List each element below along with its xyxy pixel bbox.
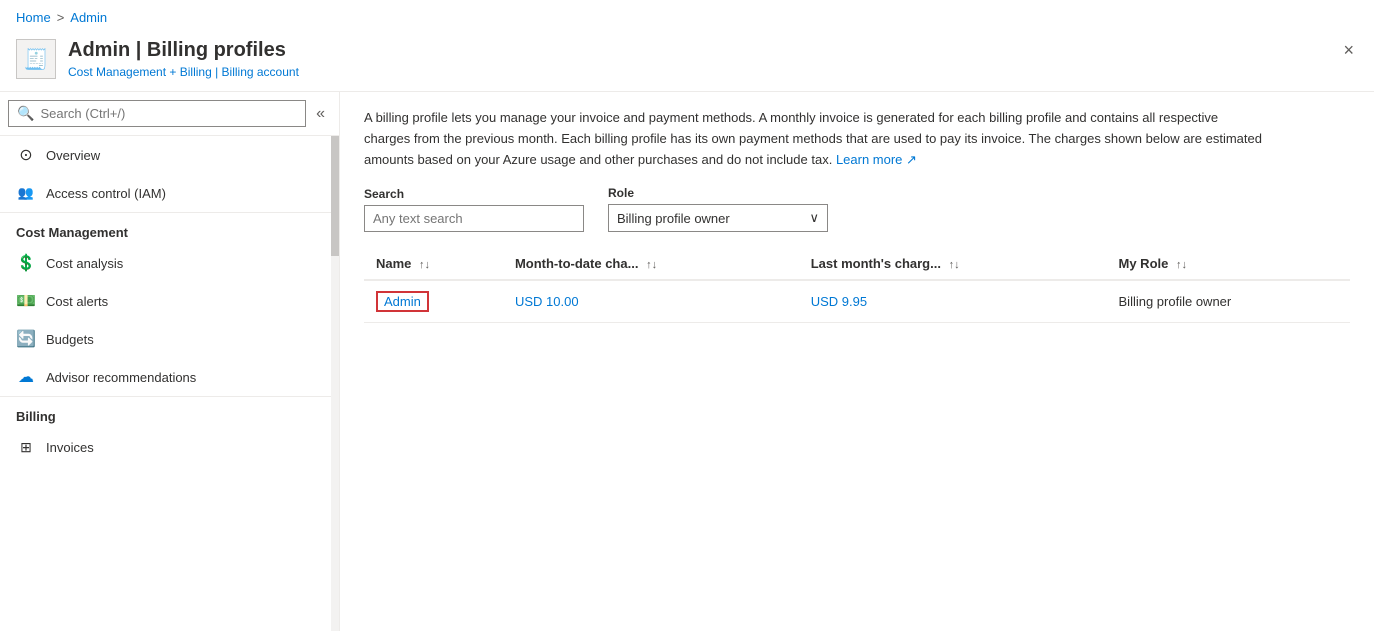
invoices-icon: ⊞ (16, 437, 36, 457)
admin-name-selected: Admin (376, 291, 429, 312)
scrollbar-track (331, 136, 339, 631)
overview-icon: ⊙ (16, 145, 36, 165)
breadcrumb-separator: > (57, 10, 65, 25)
col-month-to-date[interactable]: Month-to-date cha... ↑↓ (503, 248, 799, 280)
col-last-month-sort-icon: ↑↓ (949, 259, 960, 271)
collapse-sidebar-button[interactable]: « (310, 101, 331, 127)
col-my-role-sort-icon: ↑↓ (1176, 259, 1187, 271)
sidebar-item-cost-analysis-label: Cost analysis (46, 256, 123, 271)
sidebar-item-invoices[interactable]: ⊞ Invoices (0, 428, 339, 466)
col-my-role-label: My Role (1119, 256, 1169, 271)
page-icon: 🧾 (16, 39, 56, 79)
col-last-month[interactable]: Last month's charg... ↑↓ (799, 248, 1107, 280)
billing-profiles-table: Name ↑↓ Month-to-date cha... ↑↓ Last mon… (364, 248, 1350, 323)
budgets-icon: 🔄 (16, 329, 36, 349)
month-to-date-value: USD 10.00 (515, 294, 579, 309)
page-subtitle: Cost Management + Billing | Billing acco… (68, 65, 299, 79)
close-button[interactable]: × (1339, 37, 1358, 63)
breadcrumb-current[interactable]: Admin (70, 10, 107, 25)
advisor-icon: ☁ (16, 367, 36, 387)
last-month-value: USD 9.95 (811, 294, 867, 309)
sidebar-item-advisor-label: Advisor recommendations (46, 370, 196, 385)
role-filter-group: Role Billing profile owner ∨ (608, 186, 828, 232)
sidebar-item-iam-label: Access control (IAM) (46, 186, 166, 201)
iam-icon: 👥 (16, 183, 36, 203)
table-cell-my-role: Billing profile owner (1107, 280, 1350, 323)
sidebar: 🔍 « ⊙ Overview 👥 Access control (IAM) Co… (0, 92, 340, 631)
sidebar-item-advisor[interactable]: ☁ Advisor recommendations (0, 358, 339, 396)
content-area: A billing profile lets you manage your i… (340, 92, 1374, 631)
breadcrumb-home[interactable]: Home (16, 10, 51, 25)
sidebar-item-budgets-label: Budgets (46, 332, 94, 347)
col-name-sort-icon: ↑↓ (419, 259, 430, 271)
table-cell-name: Admin (364, 280, 503, 323)
learn-more-link[interactable]: Learn more ↗ (836, 152, 917, 167)
sidebar-item-iam[interactable]: 👥 Access control (IAM) (0, 174, 339, 212)
sidebar-item-cost-alerts-label: Cost alerts (46, 294, 108, 309)
sidebar-section-cost-management: Cost Management (0, 212, 339, 244)
description-text: A billing profile lets you manage your i… (364, 108, 1264, 170)
col-month-to-date-sort-icon: ↑↓ (646, 259, 657, 271)
page-header-left: 🧾 Admin | Billing profiles Cost Manageme… (16, 37, 299, 79)
sidebar-nav: ⊙ Overview 👥 Access control (IAM) Cost M… (0, 136, 339, 631)
sidebar-item-cost-analysis[interactable]: 💲 Cost analysis (0, 244, 339, 282)
table-cell-month-to-date: USD 10.00 (503, 280, 799, 323)
col-last-month-label: Last month's charg... (811, 256, 941, 271)
sidebar-item-budgets[interactable]: 🔄 Budgets (0, 320, 339, 358)
main-layout: 🔍 « ⊙ Overview 👥 Access control (IAM) Co… (0, 92, 1374, 631)
sidebar-item-overview[interactable]: ⊙ Overview (0, 136, 339, 174)
cost-alerts-icon: 💵 (16, 291, 36, 311)
search-filter-label: Search (364, 187, 584, 201)
role-filter-value: Billing profile owner (617, 211, 730, 226)
chevron-down-icon: ∨ (809, 210, 819, 226)
col-month-to-date-label: Month-to-date cha... (515, 256, 639, 271)
sidebar-search-box[interactable]: 🔍 (8, 100, 306, 127)
sidebar-search-row: 🔍 « (0, 92, 339, 136)
table-row: Admin USD 10.00 USD 9.95 Billing profile… (364, 280, 1350, 323)
table-body: Admin USD 10.00 USD 9.95 Billing profile… (364, 280, 1350, 323)
col-name[interactable]: Name ↑↓ (364, 248, 503, 280)
filter-row: Search Role Billing profile owner ∨ (364, 186, 1350, 232)
sidebar-item-invoices-label: Invoices (46, 440, 94, 455)
breadcrumb: Home > Admin (0, 0, 1374, 31)
scrollbar-thumb[interactable] (331, 136, 339, 256)
billing-icon: 🧾 (24, 47, 49, 72)
page-title-block: Admin | Billing profiles Cost Management… (68, 37, 299, 79)
text-search-input[interactable] (364, 205, 584, 232)
page-header: 🧾 Admin | Billing profiles Cost Manageme… (0, 31, 1374, 92)
col-my-role[interactable]: My Role ↑↓ (1107, 248, 1350, 280)
sidebar-section-billing: Billing (0, 396, 339, 428)
sidebar-item-cost-alerts[interactable]: 💵 Cost alerts (0, 282, 339, 320)
search-input[interactable] (40, 106, 297, 121)
sidebar-item-overview-label: Overview (46, 148, 100, 163)
role-filter-label: Role (608, 186, 828, 200)
search-icon: 🔍 (17, 105, 34, 122)
table-header-row: Name ↑↓ Month-to-date cha... ↑↓ Last mon… (364, 248, 1350, 280)
search-filter-group: Search (364, 187, 584, 232)
col-name-label: Name (376, 256, 411, 271)
page-title: Admin | Billing profiles (68, 37, 299, 63)
cost-analysis-icon: 💲 (16, 253, 36, 273)
role-filter-dropdown[interactable]: Billing profile owner ∨ (608, 204, 828, 232)
table-header: Name ↑↓ Month-to-date cha... ↑↓ Last mon… (364, 248, 1350, 280)
admin-profile-link[interactable]: Admin (384, 294, 421, 309)
description-body: A billing profile lets you manage your i… (364, 110, 1262, 167)
table-cell-last-month: USD 9.95 (799, 280, 1107, 323)
